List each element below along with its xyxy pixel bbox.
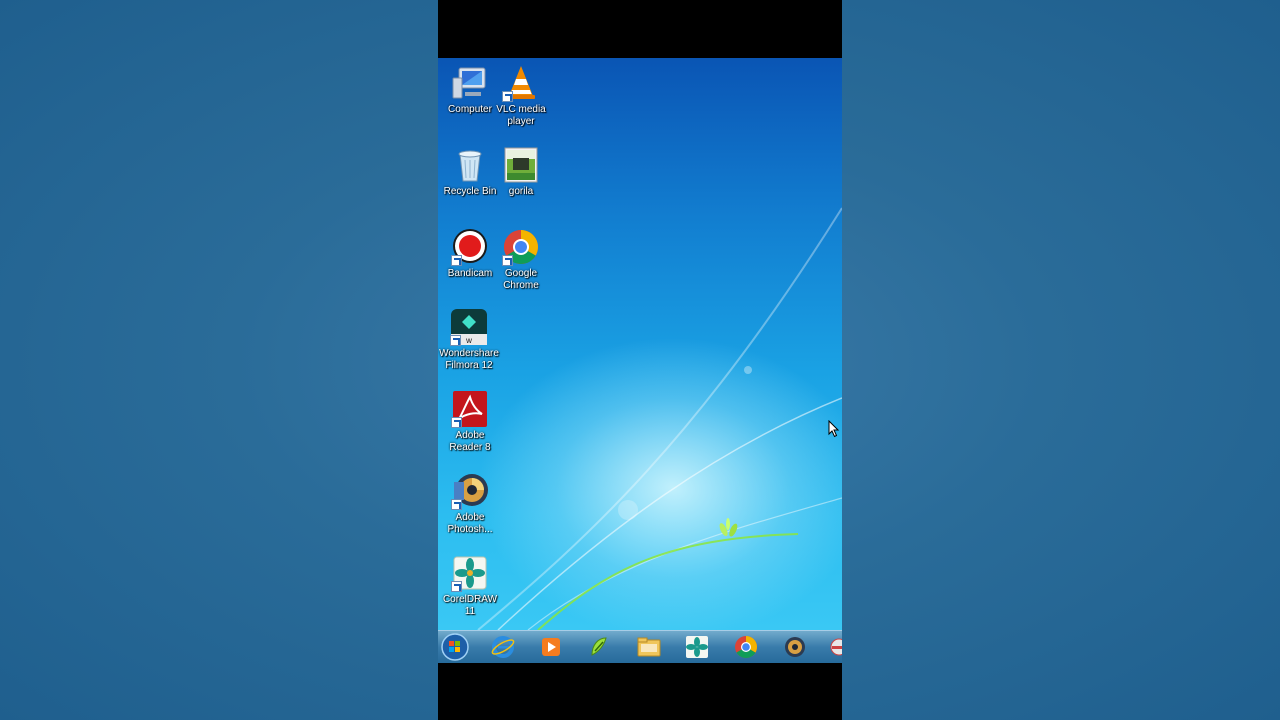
taskbar-coreldraw[interactable] bbox=[684, 635, 710, 659]
start-orb-icon bbox=[441, 633, 469, 661]
svg-text:w: w bbox=[465, 336, 472, 345]
start-button[interactable] bbox=[440, 632, 470, 662]
desktop-icon-label: Google Chrome bbox=[503, 268, 539, 291]
filmora-icon: w bbox=[450, 308, 488, 346]
shortcut-arrow-icon bbox=[451, 417, 462, 428]
desktop-icon-label: VLC media player bbox=[496, 104, 546, 127]
desktop-icon-label: gorila bbox=[508, 186, 534, 197]
taskbar-google-chrome[interactable] bbox=[733, 635, 759, 659]
corel-app-icon bbox=[591, 637, 607, 656]
photoshop-icon bbox=[785, 637, 805, 657]
taskbar-media-player[interactable] bbox=[538, 635, 564, 659]
wallpaper-sprout bbox=[719, 518, 738, 537]
taskbar-photoshop[interactable] bbox=[782, 635, 808, 659]
shortcut-arrow-icon bbox=[451, 499, 462, 510]
recycle-bin-icon bbox=[451, 146, 489, 184]
image-file-icon bbox=[502, 146, 540, 184]
adobe-reader-icon bbox=[451, 390, 489, 428]
taskbar-internet-explorer[interactable] bbox=[490, 635, 516, 659]
desktop[interactable]: Computer Recycle Bin Bandicam w Wondersh… bbox=[438, 58, 842, 630]
mouse-cursor-icon bbox=[828, 420, 840, 438]
desktop-icon-google-chrome[interactable]: Google Chrome bbox=[490, 228, 552, 292]
desktop-icon-adobe-reader[interactable]: Adobe Reader 8 bbox=[439, 390, 501, 454]
taskbar bbox=[438, 630, 842, 663]
shortcut-arrow-icon bbox=[450, 335, 461, 346]
desktop-icon-label: CorelDRAW 11 bbox=[442, 594, 498, 617]
desktop-icon-vlc[interactable]: VLC media player bbox=[490, 64, 552, 128]
desktop-icon-label: Adobe Reader 8 bbox=[449, 430, 491, 453]
desktop-icon-gorila[interactable]: gorila bbox=[490, 146, 552, 198]
desktop-icon-label: Adobe Photosh... bbox=[447, 512, 493, 535]
chrome-icon bbox=[735, 636, 757, 658]
taskbar-file-explorer[interactable] bbox=[636, 635, 662, 659]
desktop-icon-filmora[interactable]: w Wondershare Filmora 12 bbox=[438, 308, 506, 372]
chrome-icon bbox=[502, 228, 540, 266]
video-frame: Computer Recycle Bin Bandicam w Wondersh… bbox=[438, 0, 842, 720]
media-player-icon bbox=[542, 638, 560, 656]
bandicam-icon bbox=[451, 228, 489, 266]
desktop-icon-label: Wondershare Filmora 12 bbox=[439, 348, 499, 371]
taskbar-corel-app[interactable] bbox=[586, 635, 612, 659]
coreldraw-icon bbox=[686, 636, 708, 658]
desktop-icon-coreldraw[interactable]: CorelDRAW 11 bbox=[439, 554, 501, 618]
shortcut-arrow-icon bbox=[451, 255, 462, 266]
coreldraw-icon bbox=[451, 554, 489, 592]
vlc-icon bbox=[502, 64, 540, 102]
shortcut-arrow-icon bbox=[502, 91, 513, 102]
shortcut-arrow-icon bbox=[502, 255, 513, 266]
shortcut-arrow-icon bbox=[451, 581, 462, 592]
internet-explorer-icon bbox=[491, 636, 515, 658]
desktop-icon-photoshop[interactable]: Adobe Photosh... bbox=[439, 472, 501, 536]
photoshop-icon bbox=[451, 472, 489, 510]
overflow-app-icon bbox=[830, 638, 842, 656]
computer-icon bbox=[451, 64, 489, 102]
taskbar-overflow-app[interactable] bbox=[826, 635, 842, 659]
file-explorer-icon bbox=[637, 637, 661, 657]
